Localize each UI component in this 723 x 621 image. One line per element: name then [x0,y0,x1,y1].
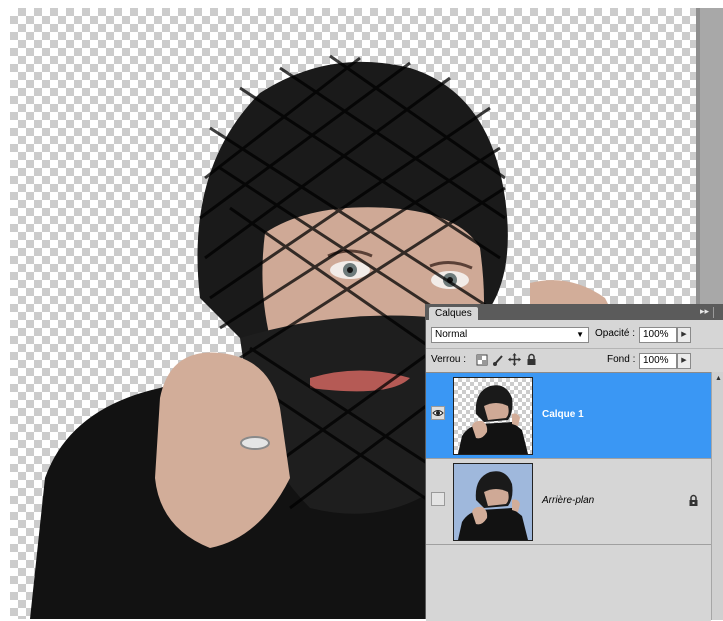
blend-mode-select[interactable]: Normal ▼ [431,327,589,343]
chevron-down-icon: ▼ [576,330,584,339]
panel-divider [713,307,714,318]
tab-calques[interactable]: Calques [429,307,478,320]
layers-panel: Calques ▸▸ Normal ▼ Opacité : 100% ▶ Ver… [425,304,723,621]
scroll-up-icon[interactable]: ▲ [715,375,722,382]
opacity-slider-button[interactable]: ▶ [677,327,691,343]
fill-label: Fond : [607,354,636,365]
layer-thumbnail [453,463,533,541]
eye-icon [432,410,444,416]
blend-opacity-row: Normal ▼ Opacité : 100% ▶ [426,324,723,346]
panel-titlebar: Calques ▸▸ [426,305,723,320]
layer-name[interactable]: Arrière-plan [542,495,594,506]
lock-icon [689,494,698,506]
lock-transparency-icon[interactable] [476,354,488,366]
visibility-toggle[interactable] [431,492,445,506]
layers-list: Calque 1 Arrière-plan [426,372,711,621]
visibility-toggle[interactable] [431,406,445,420]
layer-thumbnail [453,377,533,455]
layer-row-calque-1[interactable]: Calque 1 [426,373,711,459]
panel-collapse-icon[interactable]: ▸▸ [700,306,709,317]
blend-mode-value: Normal [435,329,468,340]
lock-label: Verrou : [431,354,467,365]
lock-position-icon[interactable] [508,353,521,366]
fill-slider-button[interactable]: ▶ [677,353,691,369]
lock-fill-row: Verrou : Fond : 100% ▶ [426,348,723,371]
opacity-input[interactable]: 100% [639,327,677,343]
lock-pixels-icon[interactable] [492,354,504,366]
layer-row-arriere-plan[interactable]: Arrière-plan [426,459,711,545]
layer-name[interactable]: Calque 1 [542,409,584,420]
fill-input[interactable]: 100% [639,353,677,369]
lock-all-icon[interactable] [526,353,537,366]
layers-scrollbar[interactable]: ▲ [711,372,723,620]
opacity-label: Opacité : [595,328,636,339]
